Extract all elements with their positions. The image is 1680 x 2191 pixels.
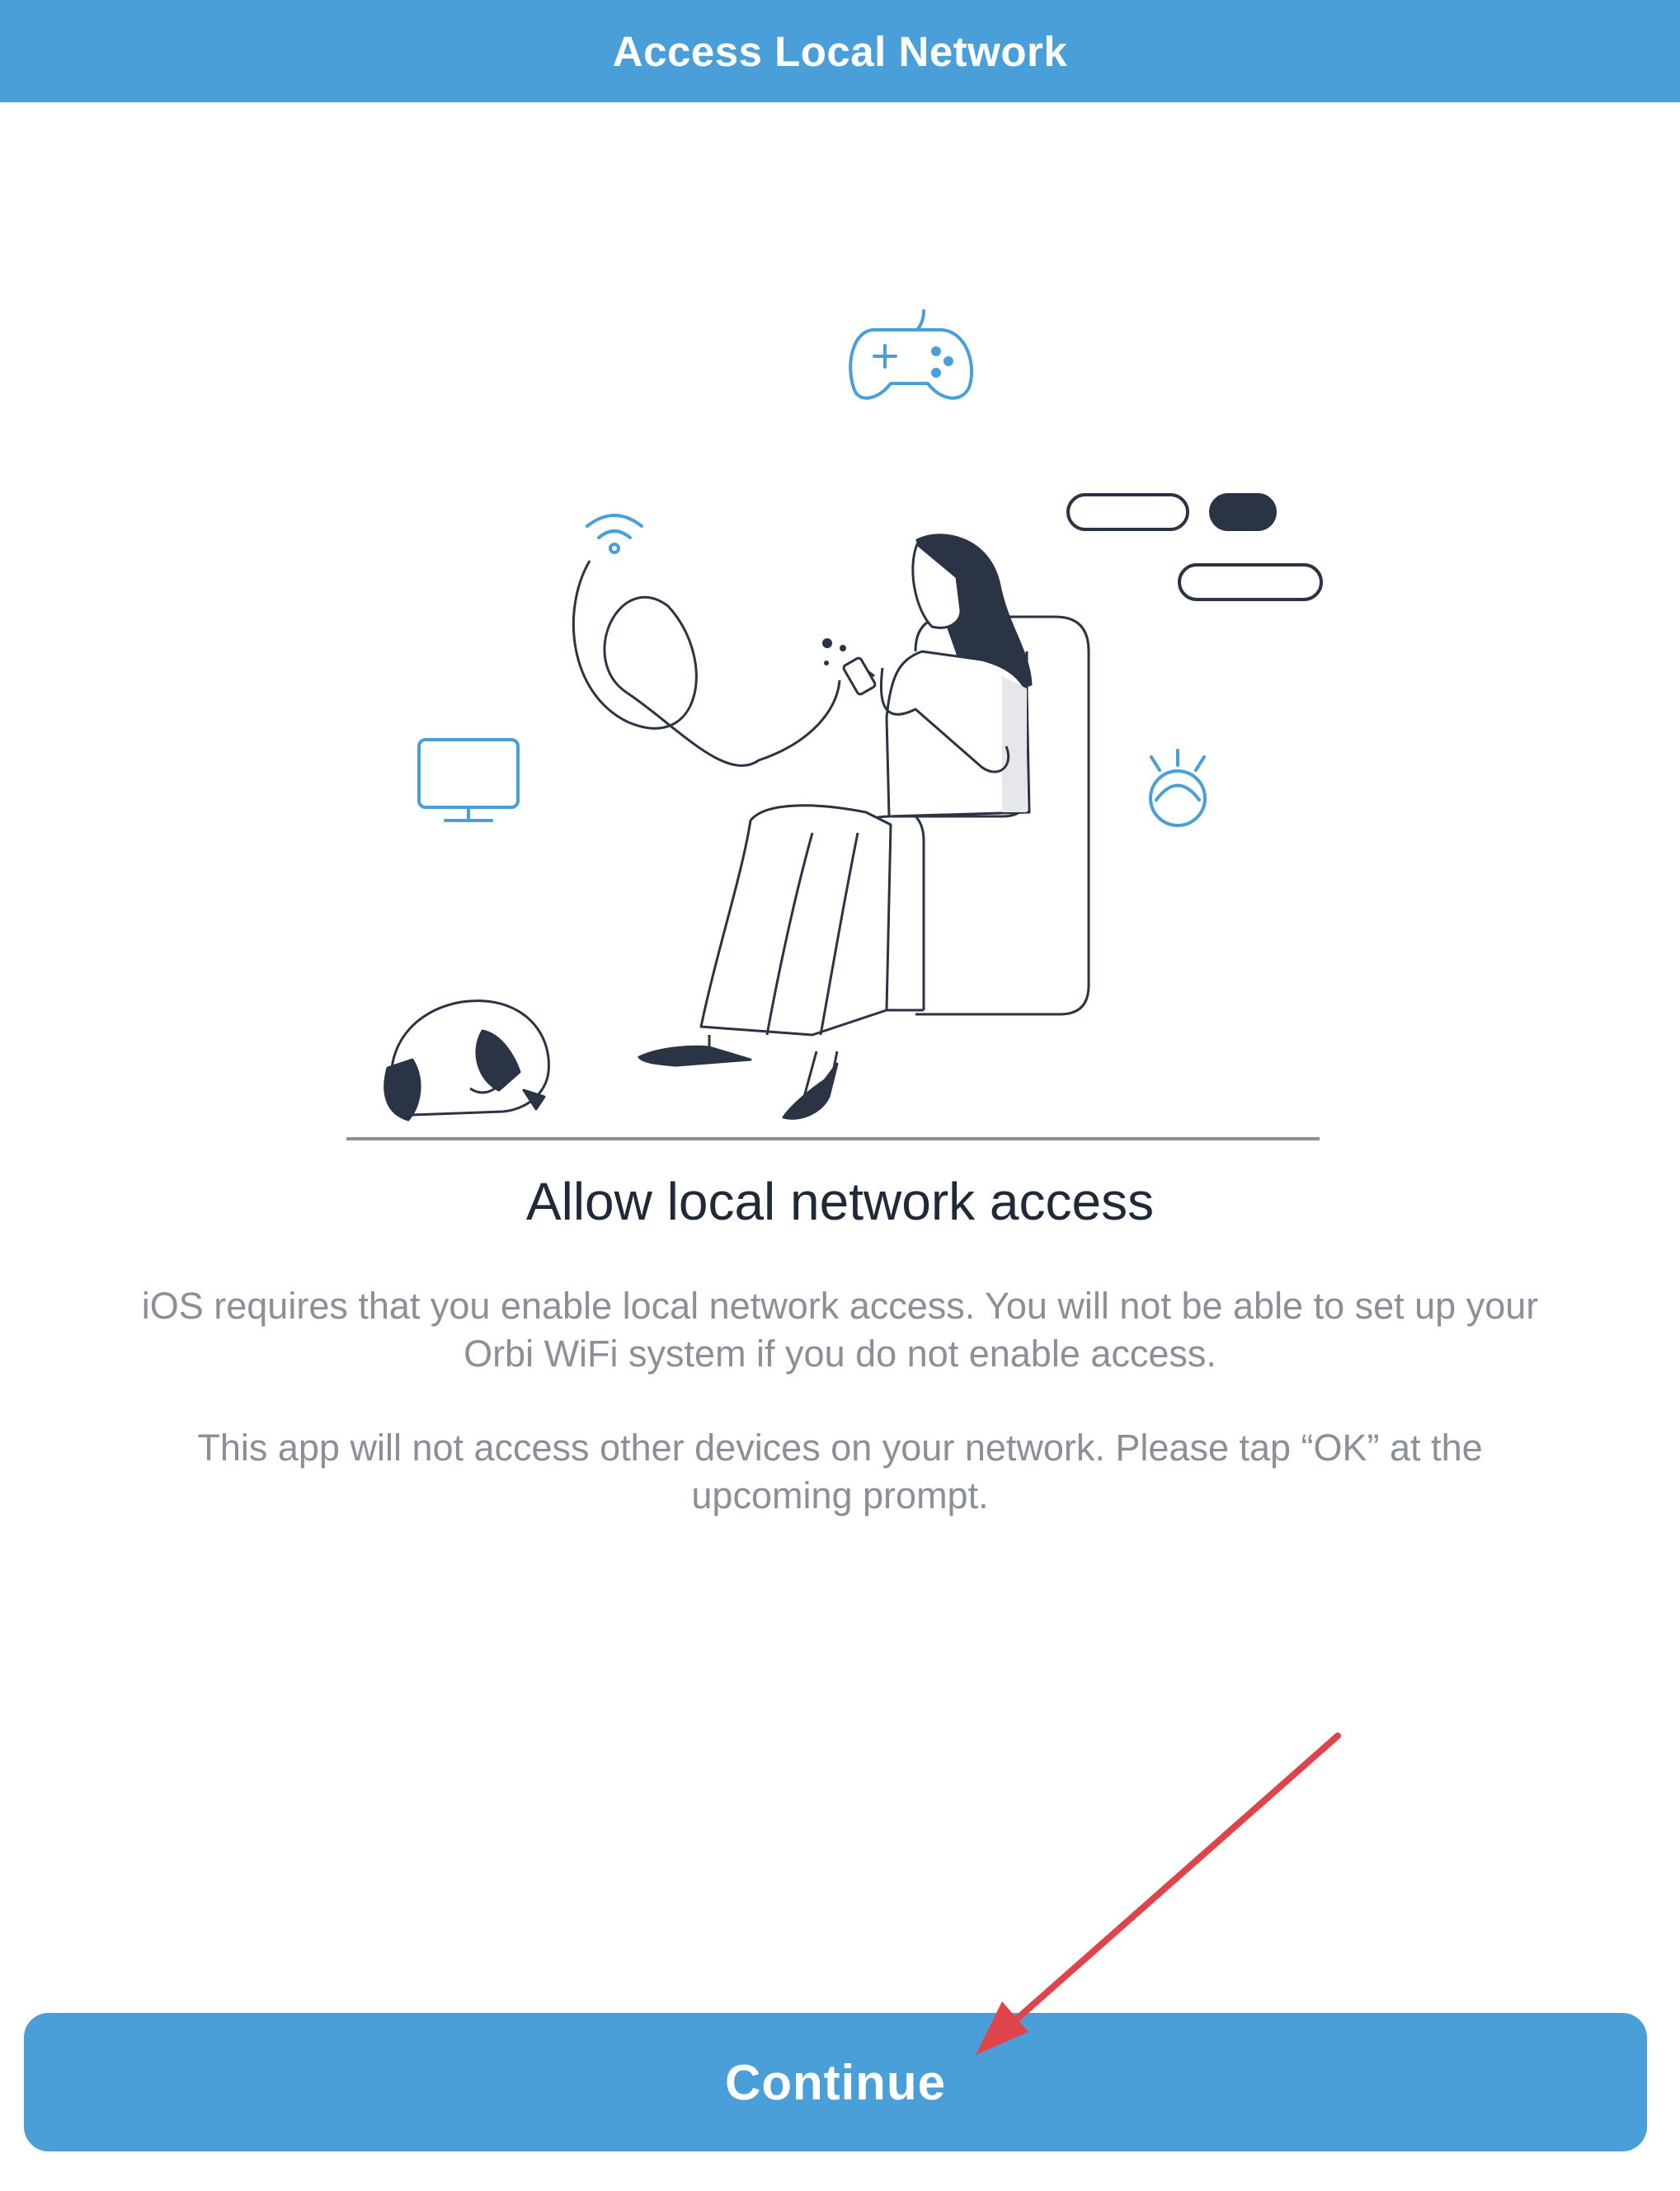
header-title: Access Local Network — [612, 27, 1068, 75]
wifi-icon — [586, 514, 643, 554]
phone-sparkles — [822, 638, 846, 665]
description-paragraph-2: This app will not access other devices o… — [197, 1427, 1483, 1516]
continue-button[interactable]: Continue — [24, 2013, 1647, 2151]
chat-bubbles-icon — [1066, 493, 1323, 601]
page-heading: Allow local network access — [525, 1172, 1155, 1231]
game-controller-icon — [849, 309, 974, 400]
sleeping-dog — [384, 999, 550, 1121]
illustration — [346, 309, 1323, 1140]
screen: Access Local Network Allow local network… — [0, 0, 1680, 2191]
description-paragraph-1: iOS requires that you enable local netwo… — [141, 1285, 1539, 1375]
smart-light-icon — [1149, 749, 1207, 827]
monitor-icon — [417, 738, 520, 822]
arrow-shaft — [1005, 1733, 1341, 2030]
cable — [572, 560, 841, 767]
woman-figure — [638, 534, 1033, 1120]
continue-button-label: Continue — [725, 2054, 946, 2110]
nav-header: Access Local Network — [0, 0, 1680, 102]
